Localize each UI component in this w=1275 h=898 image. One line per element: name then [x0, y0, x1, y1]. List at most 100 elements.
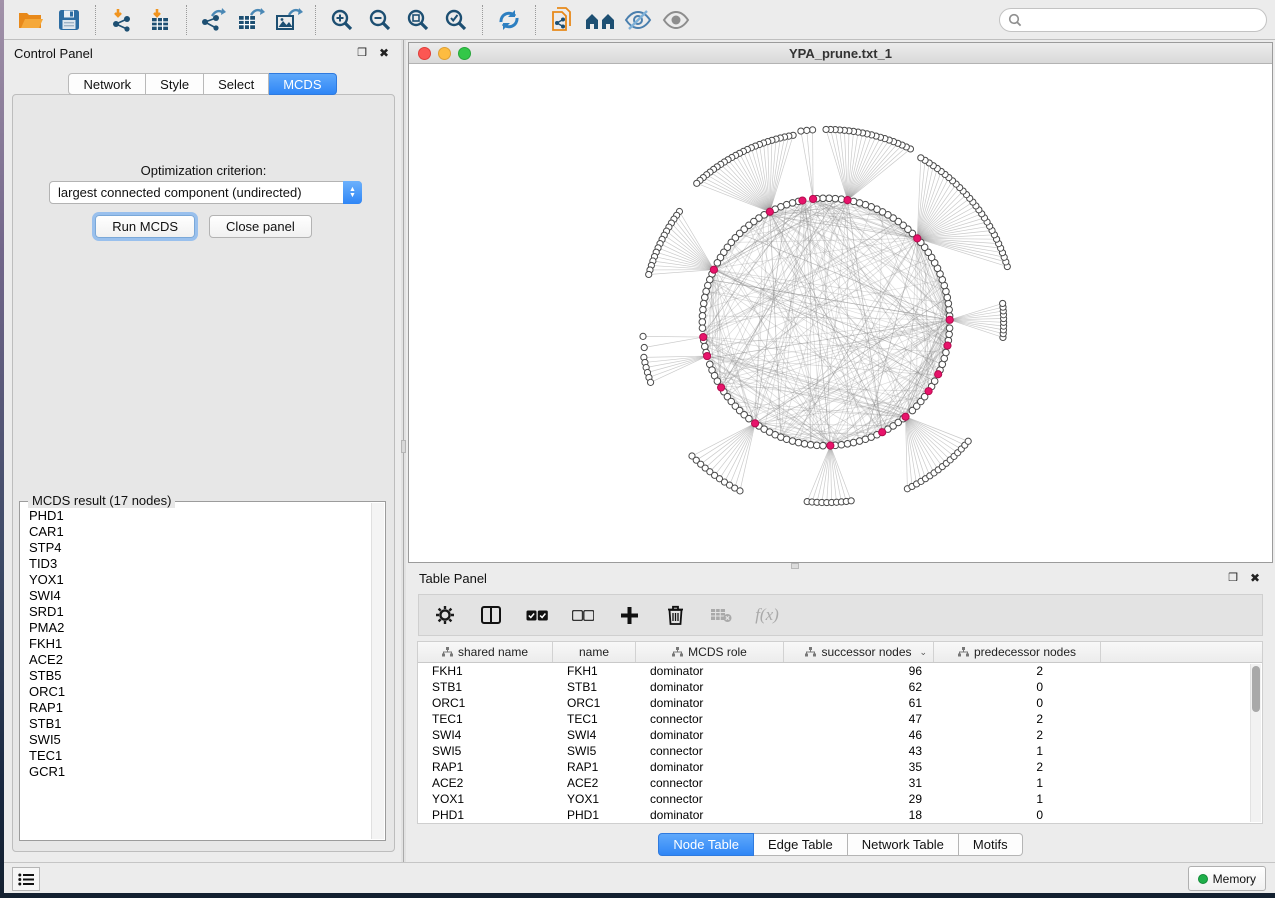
table-row[interactable]: SWI5SWI5connector431	[418, 743, 1262, 759]
refresh-layout-button[interactable]	[492, 4, 526, 36]
mcds-result-list[interactable]: PHD1CAR1STP4TID3YOX1SWI4SRD1PMA2FKH1ACE2…	[20, 508, 371, 840]
dominator-node[interactable]	[914, 235, 921, 242]
table-cell[interactable]: YOX1	[418, 792, 553, 806]
network-node[interactable]	[946, 306, 953, 313]
table-cell[interactable]: RAP1	[418, 760, 553, 774]
run-mcds-button[interactable]: Run MCDS	[95, 215, 195, 238]
import-table-button[interactable]	[143, 4, 177, 36]
dominator-node[interactable]	[935, 371, 942, 378]
table-cell[interactable]: 1	[934, 776, 1101, 790]
tab-select[interactable]: Select	[204, 73, 269, 95]
table-cell[interactable]: connector	[636, 776, 784, 790]
table-cell[interactable]: ACE2	[553, 776, 636, 790]
dominator-node[interactable]	[799, 197, 806, 204]
zoom-out-button[interactable]	[363, 4, 397, 36]
table-cell[interactable]: 0	[934, 680, 1101, 694]
dominator-node[interactable]	[718, 384, 725, 391]
table-cell[interactable]: STB1	[418, 680, 553, 694]
dominator-node[interactable]	[925, 388, 932, 395]
optimization-criterion-dropdown[interactable]: largest connected component (undirected)…	[49, 181, 362, 204]
dominator-node[interactable]	[827, 442, 834, 449]
delete-column-button[interactable]	[663, 603, 687, 627]
network-node[interactable]	[944, 294, 951, 301]
mcds-list-scrollbar[interactable]	[371, 503, 384, 839]
network-node[interactable]	[844, 441, 851, 448]
memory-button[interactable]: Memory	[1188, 866, 1266, 891]
tab-network-table[interactable]: Network Table	[848, 833, 959, 856]
table-cell[interactable]: 2	[934, 760, 1101, 774]
tab-mcds[interactable]: MCDS	[269, 73, 336, 95]
network-node[interactable]	[714, 260, 721, 267]
close-panel-icon[interactable]: ✖	[377, 47, 391, 59]
zoom-fit-button[interactable]	[401, 4, 435, 36]
table-settings-button[interactable]	[433, 603, 457, 627]
table-row[interactable]: ACE2ACE2connector311	[418, 775, 1262, 791]
network-node[interactable]	[700, 300, 707, 307]
table-cell[interactable]: STB1	[553, 680, 636, 694]
network-node[interactable]	[838, 441, 845, 448]
mcds-result-item[interactable]: PMA2	[20, 620, 371, 636]
table-row[interactable]: TEC1TEC1connector472	[418, 711, 1262, 727]
tab-style[interactable]: Style	[146, 73, 204, 95]
table-cell[interactable]: FKH1	[553, 664, 636, 678]
export-network-button[interactable]	[196, 4, 230, 36]
table-cell[interactable]: 47	[784, 712, 934, 726]
mcds-result-item[interactable]: ORC1	[20, 684, 371, 700]
table-scrollbar[interactable]	[1250, 664, 1261, 822]
network-node[interactable]	[931, 378, 938, 385]
table-cell[interactable]: 0	[934, 808, 1101, 822]
zoom-in-button[interactable]	[325, 4, 359, 36]
network-node[interactable]	[801, 441, 808, 448]
mcds-result-item[interactable]: SRD1	[20, 604, 371, 620]
show-all-button[interactable]	[659, 4, 693, 36]
table-cell[interactable]: 1	[934, 792, 1101, 806]
table-cell[interactable]: dominator	[636, 680, 784, 694]
network-node[interactable]	[826, 195, 833, 202]
dominator-node[interactable]	[946, 316, 953, 323]
network-node[interactable]	[965, 438, 971, 444]
table-cell[interactable]: 2	[934, 728, 1101, 742]
search-input[interactable]	[1022, 13, 1258, 27]
mcds-result-item[interactable]: YOX1	[20, 572, 371, 588]
network-node[interactable]	[807, 441, 814, 448]
table-cell[interactable]: 0	[934, 696, 1101, 710]
float-table-panel-icon[interactable]: ❒	[1226, 572, 1240, 584]
table-cell[interactable]: RAP1	[553, 760, 636, 774]
create-column-button[interactable]	[617, 603, 641, 627]
table-cell[interactable]: dominator	[636, 696, 784, 710]
network-node[interactable]	[646, 271, 652, 277]
table-cell[interactable]: connector	[636, 712, 784, 726]
close-panel-button[interactable]: Close panel	[209, 215, 312, 238]
network-node[interactable]	[737, 488, 743, 494]
table-row[interactable]: STB1STB1dominator620	[418, 679, 1262, 695]
tab-node-table[interactable]: Node Table	[658, 833, 754, 856]
dominator-node[interactable]	[751, 420, 758, 427]
mcds-result-item[interactable]: STB5	[20, 668, 371, 684]
task-history-button[interactable]	[12, 867, 40, 891]
table-scrollbar-thumb[interactable]	[1252, 666, 1260, 712]
network-node[interactable]	[701, 343, 708, 350]
close-table-panel-icon[interactable]: ✖	[1248, 572, 1262, 584]
network-canvas[interactable]	[409, 64, 1272, 562]
column-header-predecessor-nodes[interactable]: predecessor nodes	[934, 642, 1101, 662]
first-neighbors-button[interactable]	[583, 4, 617, 36]
table-cell[interactable]: SWI5	[418, 744, 553, 758]
table-cell[interactable]: PHD1	[553, 808, 636, 822]
dominator-node[interactable]	[810, 195, 817, 202]
export-image-button[interactable]	[272, 4, 306, 36]
network-node[interactable]	[640, 333, 646, 339]
table-cell[interactable]: 29	[784, 792, 934, 806]
network-node[interactable]	[918, 155, 924, 161]
dominator-node[interactable]	[944, 342, 951, 349]
table-cell[interactable]: 96	[784, 664, 934, 678]
table-row[interactable]: ORC1ORC1dominator610	[418, 695, 1262, 711]
import-network-button[interactable]	[105, 4, 139, 36]
network-node[interactable]	[820, 195, 827, 202]
table-cell[interactable]: ORC1	[553, 696, 636, 710]
table-cell[interactable]: 35	[784, 760, 934, 774]
table-cell[interactable]: 18	[784, 808, 934, 822]
network-node[interactable]	[795, 439, 802, 446]
mcds-result-item[interactable]: GCR1	[20, 764, 371, 780]
table-cell[interactable]: FKH1	[418, 664, 553, 678]
table-cell[interactable]: YOX1	[553, 792, 636, 806]
